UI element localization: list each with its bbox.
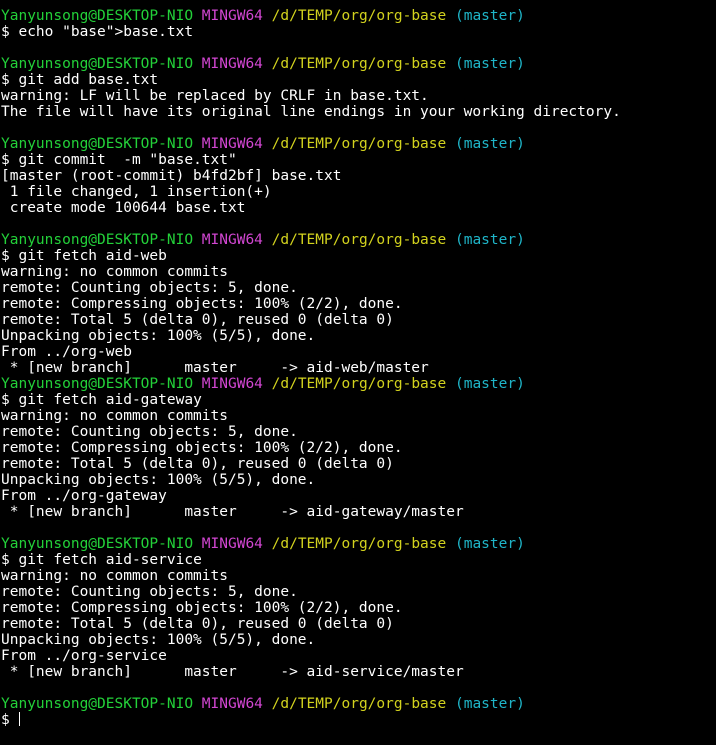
prompt-path: /d/TEMP/org/org-base bbox=[271, 536, 447, 552]
command-text: git fetch aid-service bbox=[18, 552, 202, 568]
prompt-path: /d/TEMP/org/org-base bbox=[271, 696, 447, 712]
output-line: remote: Compressing objects: 100% (2/2),… bbox=[1, 296, 403, 312]
output-line: remote: Compressing objects: 100% (2/2),… bbox=[1, 440, 403, 456]
text-cursor bbox=[19, 712, 21, 726]
prompt-branch: (master) bbox=[454, 232, 525, 248]
prompt-user: Yanyunsong@DESKTOP-NIO bbox=[1, 696, 194, 712]
output-line: warning: no common commits bbox=[1, 568, 228, 584]
output-line: The file will have its original line end… bbox=[1, 104, 621, 120]
prompt-user: Yanyunsong@DESKTOP-NIO bbox=[1, 536, 194, 552]
prompt-path: /d/TEMP/org/org-base bbox=[271, 376, 447, 392]
prompt-branch: (master) bbox=[454, 136, 525, 152]
prompt-symbol: $ bbox=[1, 248, 10, 264]
output-line: * [new branch] master -> aid-web/master bbox=[1, 360, 429, 376]
output-line: From ../org-web bbox=[1, 344, 132, 360]
prompt-system: MINGW64 bbox=[201, 136, 263, 152]
prompt-path: /d/TEMP/org/org-base bbox=[271, 56, 447, 72]
prompt-line: Yanyunsong@DESKTOP-NIO MINGW64 /d/TEMP/o… bbox=[1, 376, 716, 392]
output-line: Unpacking objects: 100% (5/5), done. bbox=[1, 472, 316, 488]
output-line: remote: Counting objects: 5, done. bbox=[1, 280, 298, 296]
prompt-user: Yanyunsong@DESKTOP-NIO bbox=[1, 136, 194, 152]
prompt-line: Yanyunsong@DESKTOP-NIO MINGW64 /d/TEMP/o… bbox=[1, 136, 716, 152]
command-text: git commit -m "base.txt" bbox=[18, 152, 237, 168]
output-line: remote: Counting objects: 5, done. bbox=[1, 424, 298, 440]
prompt-symbol: $ bbox=[1, 552, 10, 568]
prompt-path: /d/TEMP/org/org-base bbox=[271, 136, 447, 152]
prompt-branch: (master) bbox=[454, 696, 525, 712]
command-line: $ echo "base">base.txt bbox=[1, 24, 716, 40]
command-line: $ git add base.txt bbox=[1, 72, 716, 88]
prompt-symbol: $ bbox=[1, 152, 10, 168]
prompt-path: /d/TEMP/org/org-base bbox=[271, 8, 447, 24]
command-line: $ git fetch aid-service bbox=[1, 552, 716, 568]
prompt-line: Yanyunsong@DESKTOP-NIO MINGW64 /d/TEMP/o… bbox=[1, 536, 716, 552]
output-line: remote: Compressing objects: 100% (2/2),… bbox=[1, 600, 403, 616]
output-line: remote: Total 5 (delta 0), reused 0 (del… bbox=[1, 616, 394, 632]
prompt-symbol: $ bbox=[1, 712, 10, 728]
terminal-window[interactable]: Yanyunsong@DESKTOP-NIO MINGW64 /d/TEMP/o… bbox=[0, 0, 716, 745]
command-line: $ git fetch aid-web bbox=[1, 248, 716, 264]
prompt-line: Yanyunsong@DESKTOP-NIO MINGW64 /d/TEMP/o… bbox=[1, 232, 716, 248]
output-line: * [new branch] master -> aid-gateway/mas… bbox=[1, 504, 464, 520]
prompt-branch: (master) bbox=[454, 56, 525, 72]
output-line: From ../org-gateway bbox=[1, 488, 167, 504]
output-line: warning: LF will be replaced by CRLF in … bbox=[1, 88, 429, 104]
command-line: $ git commit -m "base.txt" bbox=[1, 152, 716, 168]
prompt-line: Yanyunsong@DESKTOP-NIO MINGW64 /d/TEMP/o… bbox=[1, 56, 716, 72]
output-line: Unpacking objects: 100% (5/5), done. bbox=[1, 632, 316, 648]
output-line: * [new branch] master -> aid-service/mas… bbox=[1, 664, 464, 680]
output-line: From ../org-service bbox=[1, 648, 167, 664]
prompt-symbol: $ bbox=[1, 392, 10, 408]
output-line: remote: Counting objects: 5, done. bbox=[1, 584, 298, 600]
prompt-line: Yanyunsong@DESKTOP-NIO MINGW64 /d/TEMP/o… bbox=[1, 8, 716, 24]
prompt-user: Yanyunsong@DESKTOP-NIO bbox=[1, 376, 194, 392]
output-line: warning: no common commits bbox=[1, 264, 228, 280]
prompt-system: MINGW64 bbox=[201, 8, 263, 24]
output-line: remote: Total 5 (delta 0), reused 0 (del… bbox=[1, 312, 394, 328]
command-input-line[interactable]: $ bbox=[1, 712, 716, 728]
output-line: remote: Total 5 (delta 0), reused 0 (del… bbox=[1, 456, 394, 472]
prompt-system: MINGW64 bbox=[201, 696, 263, 712]
prompt-system: MINGW64 bbox=[201, 232, 263, 248]
prompt-user: Yanyunsong@DESKTOP-NIO bbox=[1, 232, 194, 248]
prompt-line: Yanyunsong@DESKTOP-NIO MINGW64 /d/TEMP/o… bbox=[1, 696, 716, 712]
prompt-user: Yanyunsong@DESKTOP-NIO bbox=[1, 56, 194, 72]
command-text: echo "base">base.txt bbox=[18, 24, 194, 40]
output-line: [master (root-commit) b4fd2bf] base.txt bbox=[1, 168, 342, 184]
output-line: Unpacking objects: 100% (5/5), done. bbox=[1, 328, 316, 344]
prompt-user: Yanyunsong@DESKTOP-NIO bbox=[1, 8, 194, 24]
prompt-branch: (master) bbox=[454, 8, 525, 24]
command-text: git add base.txt bbox=[18, 72, 159, 88]
command-line: $ git fetch aid-gateway bbox=[1, 392, 716, 408]
prompt-path: /d/TEMP/org/org-base bbox=[271, 232, 447, 248]
prompt-branch: (master) bbox=[454, 536, 525, 552]
output-line: warning: no common commits bbox=[1, 408, 228, 424]
output-line: 1 file changed, 1 insertion(+) bbox=[1, 184, 272, 200]
command-text: git fetch aid-web bbox=[18, 248, 167, 264]
command-text: git fetch aid-gateway bbox=[18, 392, 202, 408]
output-line: create mode 100644 base.txt bbox=[1, 200, 246, 216]
prompt-system: MINGW64 bbox=[201, 536, 263, 552]
prompt-branch: (master) bbox=[454, 376, 525, 392]
prompt-symbol: $ bbox=[1, 72, 10, 88]
prompt-system: MINGW64 bbox=[201, 376, 263, 392]
prompt-system: MINGW64 bbox=[201, 56, 263, 72]
prompt-symbol: $ bbox=[1, 24, 10, 40]
